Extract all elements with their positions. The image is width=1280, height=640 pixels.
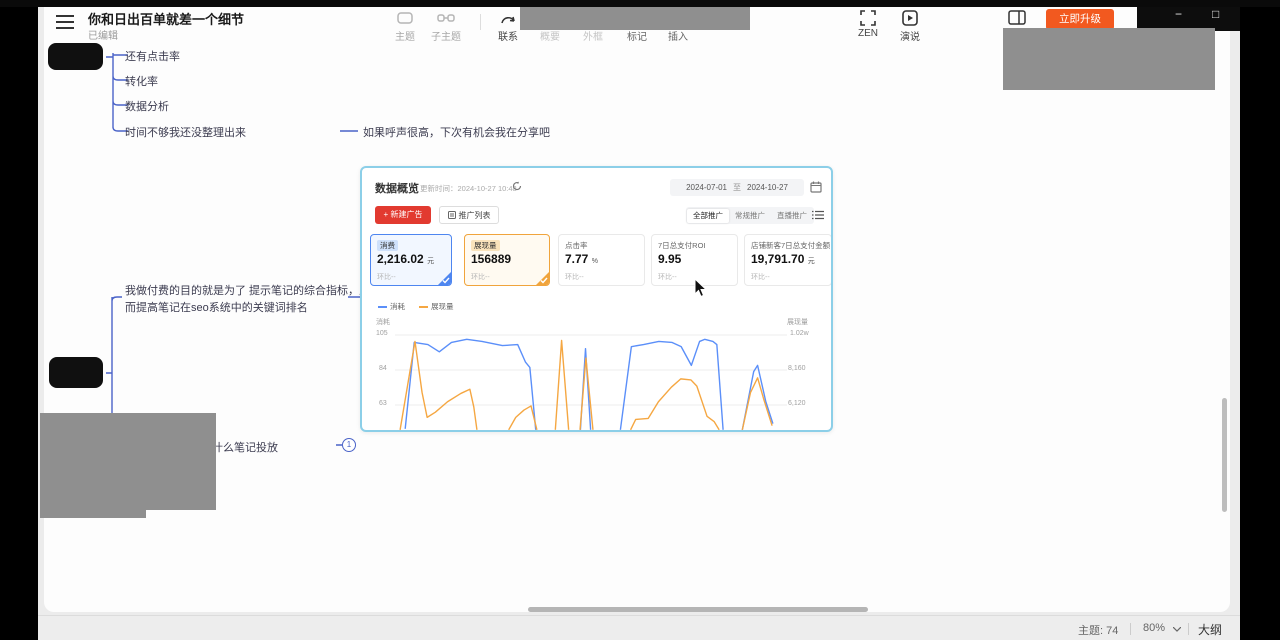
status-divider	[1188, 623, 1189, 635]
promo-list-button: 推广列表	[439, 206, 499, 224]
left-axis-tick: 84	[379, 365, 387, 372]
hamburger-menu-icon[interactable]	[56, 15, 74, 29]
date-range-picker: 2024-07-01 至 2024-10-27	[670, 179, 804, 196]
right-axis-label: 展现量	[787, 317, 808, 327]
minimize-button[interactable]: −	[1175, 6, 1182, 22]
tab-subtopic[interactable]: 子主题	[424, 10, 468, 43]
check-icon	[442, 277, 450, 284]
tab-live-promo: 直播推广	[771, 209, 813, 223]
sidebar-panel-icon[interactable]	[1008, 10, 1026, 25]
right-axis-tick: 6,120	[788, 400, 806, 407]
mouse-cursor	[694, 278, 708, 298]
right-axis-tick: 1.02w	[790, 330, 809, 337]
window-top-edge	[0, 0, 1280, 7]
new-ad-button: + 新建广告	[375, 206, 431, 224]
promo-type-tabs: 全部推广 常规推广 直播推广	[686, 207, 814, 224]
save-status: 已编辑	[88, 27, 118, 42]
metric-card-impressions: 展现量 156889 环比--	[464, 234, 550, 286]
letterbox-left	[0, 0, 38, 640]
topic-text[interactable]: 还有点击率	[125, 48, 180, 64]
screen: 你和日出百单就差一个细节 已编辑 主题 子主题 联系 概要 外框 标记 插入 Z…	[0, 0, 1280, 640]
metric-card-spend: 消费 2,216.02 元 环比--	[370, 234, 452, 286]
metric-card-payment: 店铺新客7日总支付金额 19,791.70 元 环比--	[744, 234, 832, 286]
chevron-down-icon	[1173, 627, 1181, 632]
redacted-topic-node-1[interactable]	[48, 43, 103, 70]
play-icon	[888, 10, 932, 26]
note-text[interactable]: 如果呼声很高，下次有机会我在分享吧	[363, 124, 550, 140]
left-axis-tick: 105	[376, 330, 388, 337]
subtopic-icon	[424, 10, 468, 26]
status-divider	[1130, 623, 1131, 635]
date-separator: 至	[733, 182, 741, 193]
legend-item-spend: 消耗	[378, 301, 405, 312]
tab-topic[interactable]: 主题	[383, 10, 427, 43]
present-button[interactable]: 演说	[888, 10, 932, 43]
redaction-box-bottom-left-tab	[40, 508, 146, 518]
date-to: 2024-10-27	[747, 183, 788, 192]
topic-text[interactable]: 数据分析	[125, 98, 169, 114]
legend-item-impressions: 展现量	[419, 301, 454, 312]
maximize-button[interactable]: □	[1212, 6, 1219, 22]
letterbox-right	[1240, 0, 1280, 640]
vertical-scrollbar[interactable]	[1222, 398, 1227, 512]
date-from: 2024-07-01	[686, 183, 727, 192]
metric-card-ctr: 点击率 7.77 % 环比--	[558, 234, 645, 286]
tab-regular-promo: 常规推广	[729, 209, 771, 223]
zen-mode-button[interactable]: ZEN	[846, 10, 890, 39]
calendar-icon	[810, 181, 822, 193]
updated-timestamp: 更新时间：2024-10-27 10:48	[420, 183, 517, 194]
outline-toggle[interactable]: 大纲	[1198, 621, 1222, 638]
partial-topic-text[interactable]: 什么笔记投放	[212, 439, 278, 455]
left-axis-tick: 63	[379, 400, 387, 407]
status-bar: 主题: 74 80% 大纲	[38, 615, 1240, 640]
list-icon	[448, 211, 456, 219]
redacted-topic-node-2[interactable]	[49, 357, 103, 388]
embedded-dashboard-image[interactable]: 数据概览 更新时间：2024-10-27 10:48 2024-07-01 至 …	[360, 166, 833, 432]
topic-text[interactable]: 转化率	[125, 73, 158, 89]
horizontal-scrollbar[interactable]	[528, 607, 868, 612]
zen-icon	[846, 10, 890, 26]
right-axis-tick: 8,160	[788, 365, 806, 372]
document-title: 你和日出百单就差一个细节	[88, 9, 244, 28]
refresh-icon	[512, 181, 522, 191]
toolbar-divider	[480, 14, 481, 30]
topic-text[interactable]: 时间不够我还没整理出来	[125, 124, 246, 140]
upgrade-button[interactable]: 立即升级	[1046, 9, 1114, 30]
zoom-level[interactable]: 80%	[1143, 622, 1165, 634]
redaction-box-top-right	[1003, 28, 1215, 90]
redaction-box-bottom-left	[40, 413, 216, 510]
chart-legend: 消耗 展现量	[378, 301, 454, 312]
dashboard-title: 数据概览	[375, 180, 419, 196]
paragraph-topic-text[interactable]: 我做付费的目的就是为了 提示笔记的综合指标，从而提高笔记在seo系统中的关键词排…	[125, 283, 371, 316]
trend-chart	[395, 330, 787, 432]
topic-icon	[383, 10, 427, 26]
left-axis-label: 消耗	[376, 317, 390, 327]
topic-count: 主题: 74	[1078, 622, 1118, 638]
tab-all-promo: 全部推广	[687, 209, 729, 223]
check-icon	[540, 277, 548, 284]
list-settings-icon	[812, 209, 824, 221]
collapse-count-badge[interactable]: 1	[342, 438, 356, 452]
